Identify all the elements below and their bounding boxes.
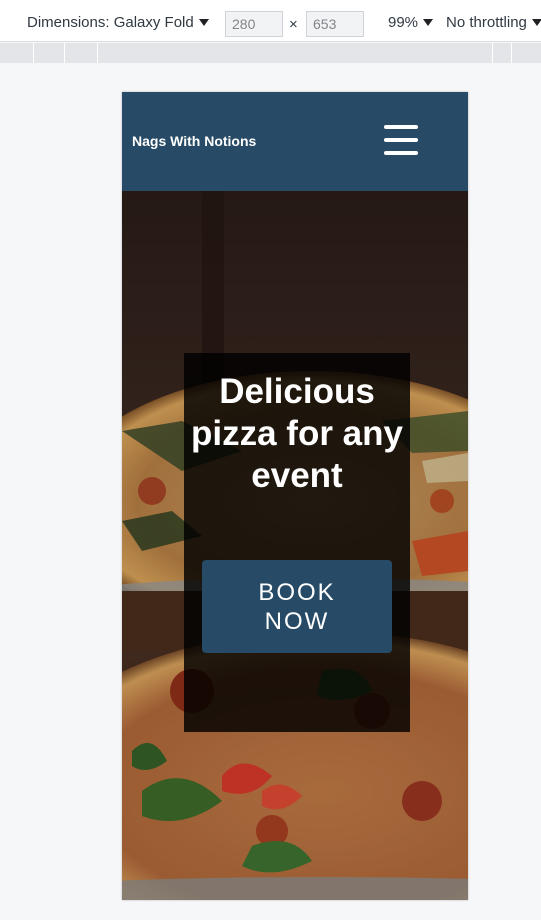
book-now-button[interactable]: BOOK NOW: [202, 560, 392, 653]
ruler-tick: [97, 43, 98, 63]
media-query-ruler[interactable]: [0, 43, 541, 63]
ruler-tick: [64, 43, 65, 63]
chevron-down-icon: [531, 19, 541, 26]
throttling-dropdown[interactable]: No throttling: [446, 14, 541, 31]
book-now-label: BOOK NOW: [258, 578, 336, 635]
device-viewport: Nags With Notions Delicious pizza for an…: [122, 92, 468, 900]
zoom-dropdown[interactable]: 99%: [388, 14, 434, 31]
device-height-input[interactable]: [306, 11, 364, 37]
devtools-device-toolbar: Dimensions: Galaxy Fold × 99% No throttl…: [0, 0, 541, 42]
dimension-separator: ×: [289, 16, 298, 33]
ruler-tick: [511, 43, 512, 63]
hero-title: Delicious pizza for any event: [191, 372, 403, 495]
site-brand[interactable]: Nags With Notions: [132, 133, 256, 149]
ruler-tick: [492, 43, 493, 63]
hamburger-icon[interactable]: [384, 125, 418, 155]
hero-overlay-box: Delicious pizza for any event BOOK NOW: [184, 353, 410, 732]
throttling-label: No throttling: [446, 14, 527, 31]
chevron-down-icon: [198, 19, 209, 26]
device-width-input[interactable]: [225, 11, 283, 37]
zoom-label: 99%: [388, 14, 419, 31]
site-navbar: Nags With Notions: [122, 92, 468, 191]
device-dimensions-dropdown[interactable]: Dimensions: Galaxy Fold: [27, 14, 209, 31]
device-dimensions-label: Dimensions: Galaxy Fold: [27, 14, 194, 31]
ruler-tick: [33, 43, 34, 63]
hero-section: Delicious pizza for any event BOOK NOW: [122, 191, 468, 900]
chevron-down-icon: [423, 19, 434, 26]
